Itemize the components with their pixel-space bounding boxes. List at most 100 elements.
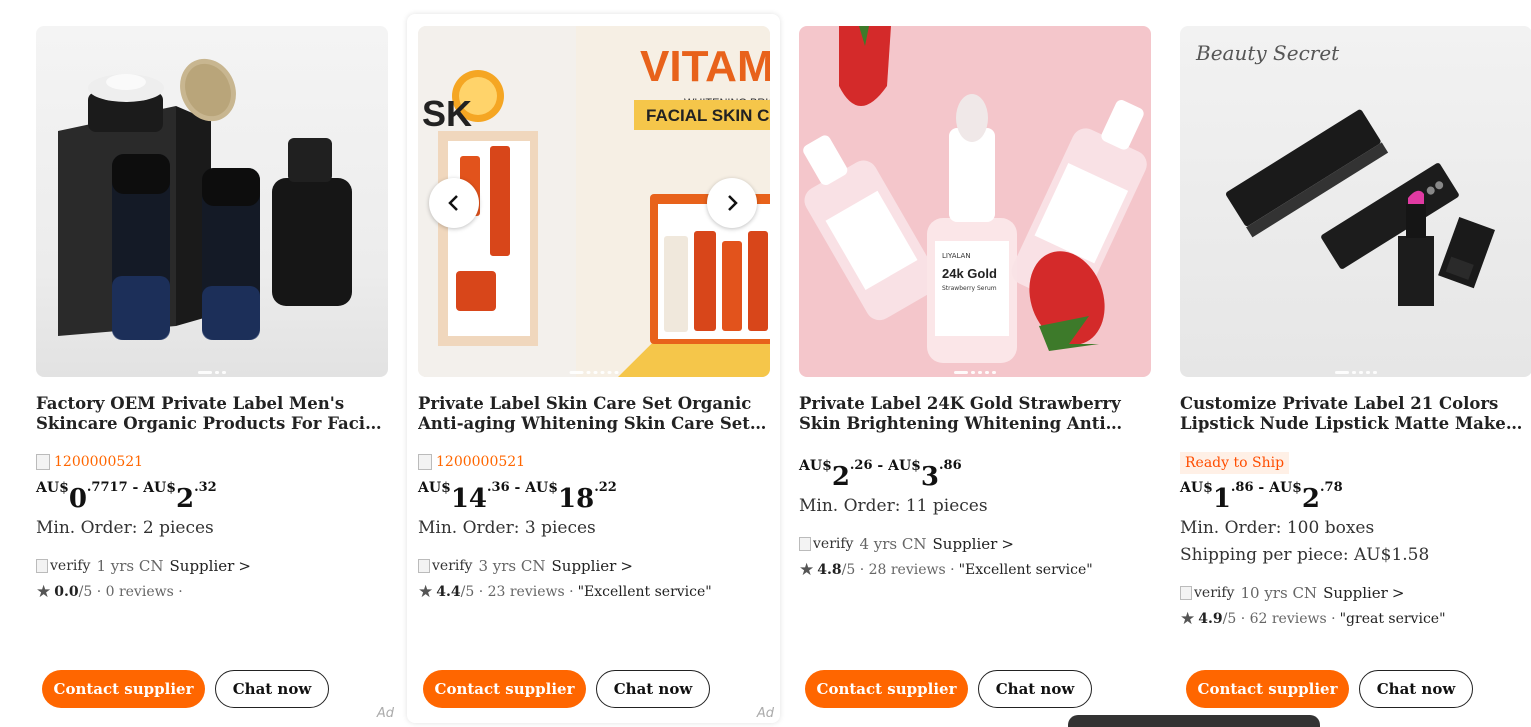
broken-image-icon bbox=[36, 454, 50, 470]
carousel-dots bbox=[569, 371, 619, 374]
min-order: Min. Order: 11 pieces bbox=[799, 496, 988, 516]
star-icon: ★ bbox=[799, 560, 815, 580]
price-int: 2 bbox=[1301, 484, 1320, 514]
separator: · bbox=[950, 562, 955, 578]
rating-score: 4.4 bbox=[436, 584, 461, 600]
separator: · bbox=[569, 584, 574, 600]
chevron-right-icon: > bbox=[238, 557, 251, 575]
rating-outof: /5 bbox=[841, 562, 856, 578]
price-dec: .86 bbox=[1230, 480, 1254, 495]
supplier-link[interactable]: Supplier bbox=[170, 557, 235, 575]
mens-skincare-product-icon bbox=[58, 58, 352, 340]
contact-supplier-button[interactable]: Contact supplier bbox=[42, 670, 205, 708]
separator: · bbox=[96, 584, 102, 600]
image-text: SK bbox=[422, 93, 472, 134]
supplier-info[interactable]: verify 4 yrs CN Supplier > bbox=[799, 534, 1151, 554]
image-text: LIYALAN bbox=[942, 252, 971, 260]
image-text: FACIAL SKIN CA bbox=[646, 106, 770, 125]
badge-image: 1200000521 bbox=[418, 452, 770, 472]
product-title[interactable]: Private Label Skin Care Set Organic Anti… bbox=[418, 394, 770, 434]
supplier-link[interactable]: Supplier bbox=[1323, 584, 1388, 602]
chevron-right-icon: > bbox=[620, 557, 633, 575]
product-card[interactable]: SK VITAM WHITENING BRIG FACIAL SKIN CA P… bbox=[407, 14, 780, 723]
price-dec: .22 bbox=[594, 480, 617, 495]
chat-now-button[interactable]: Chat now bbox=[596, 670, 710, 708]
contact-supplier-button[interactable]: Contact supplier bbox=[423, 670, 586, 708]
verify-image: verify bbox=[799, 536, 853, 552]
price-int: 14 bbox=[450, 484, 487, 514]
chevron-right-icon: > bbox=[1391, 584, 1405, 602]
image-text: Strawberry Serum bbox=[942, 285, 997, 292]
contact-supplier-button[interactable]: Contact supplier bbox=[805, 670, 968, 708]
chat-now-button[interactable]: Chat now bbox=[1359, 670, 1473, 708]
price-dec: .26 bbox=[849, 458, 873, 473]
supplier-years: 4 yrs bbox=[859, 535, 898, 553]
floating-bottom-bar[interactable] bbox=[1068, 715, 1320, 727]
chat-now-button[interactable]: Chat now bbox=[215, 670, 329, 708]
supplier-country: CN bbox=[520, 557, 546, 575]
price-sep: - bbox=[1253, 480, 1270, 496]
min-order: Min. Order: 2 pieces bbox=[36, 518, 214, 538]
product-title[interactable]: Factory OEM Private Label Men's Skincare… bbox=[36, 394, 388, 434]
supplier-country: CN bbox=[1292, 584, 1318, 602]
review-count: 28 reviews bbox=[868, 562, 946, 578]
supplier-link[interactable]: Supplier bbox=[933, 535, 998, 553]
image-text: VITAM bbox=[640, 42, 770, 91]
verify-alt: verify bbox=[813, 536, 854, 552]
price-int: 0 bbox=[68, 484, 87, 514]
product-image[interactable]: Beauty Secret bbox=[1180, 26, 1531, 377]
review-count: 23 reviews bbox=[487, 584, 565, 600]
contact-supplier-button[interactable]: Contact supplier bbox=[1186, 670, 1349, 708]
currency: AU$ bbox=[418, 480, 451, 496]
product-image[interactable]: SK VITAM WHITENING BRIG FACIAL SKIN CA bbox=[418, 26, 770, 377]
verify-alt: verify bbox=[432, 558, 473, 574]
currency: AU$ bbox=[1269, 480, 1302, 496]
verify-alt: verify bbox=[50, 558, 91, 574]
carousel-prev-button[interactable] bbox=[429, 178, 479, 228]
product-card[interactable]: Factory OEM Private Label Men's Skincare… bbox=[36, 26, 394, 723]
rating-outof: /5 bbox=[460, 584, 475, 600]
rating-score: 4.8 bbox=[817, 562, 842, 578]
price-int: 18 bbox=[558, 484, 595, 514]
rating-score: 0.0 bbox=[54, 584, 79, 600]
chevron-right-icon bbox=[728, 195, 738, 211]
supplier-years: 10 yrs bbox=[1240, 584, 1288, 602]
price-int: 2 bbox=[176, 484, 195, 514]
separator: · bbox=[1331, 611, 1336, 627]
carousel-next-button[interactable] bbox=[707, 178, 757, 228]
price-dec: .86 bbox=[939, 458, 962, 473]
price-range: AU$ 1.86 - AU$ 2.78 bbox=[1180, 478, 1531, 512]
price-dec: .32 bbox=[194, 480, 217, 495]
separator: · bbox=[478, 584, 484, 600]
badge-image: 1200000521 bbox=[36, 452, 388, 472]
review-quote: "great service" bbox=[1339, 611, 1446, 627]
reviews: ★ 4.9/5 · 62 reviews · "great service" bbox=[1180, 609, 1531, 629]
chevron-right-icon: > bbox=[1001, 535, 1014, 553]
supplier-info[interactable]: verify 10 yrs CN Supplier > bbox=[1180, 583, 1531, 603]
min-order: Min. Order: 100 boxes bbox=[1180, 518, 1375, 538]
separator: · bbox=[859, 562, 865, 578]
product-title[interactable]: Customize Private Label 21 Colors Lipsti… bbox=[1180, 394, 1531, 434]
min-order: Min. Order: 3 pieces bbox=[418, 518, 596, 538]
reviews: ★ 0.0/5 · 0 reviews · bbox=[36, 582, 388, 602]
verify-image: verify bbox=[1180, 585, 1234, 601]
product-card[interactable]: Beauty Secret Customize Private Label 21… bbox=[1180, 26, 1531, 723]
currency: AU$ bbox=[525, 480, 558, 496]
product-title[interactable]: Private Label 24K Gold Strawberry Skin B… bbox=[799, 394, 1151, 434]
supplier-link[interactable]: Supplier bbox=[552, 557, 617, 575]
ad-label: Ad bbox=[376, 706, 394, 721]
gold-strawberry-serum-product-icon: LIYALAN 24k Gold Strawberry Serum bbox=[803, 26, 1147, 363]
broken-image-icon bbox=[418, 454, 432, 470]
supplier-info[interactable]: verify 3 yrs CN Supplier > bbox=[418, 556, 770, 576]
price-int: 3 bbox=[920, 462, 939, 492]
chat-now-button[interactable]: Chat now bbox=[978, 670, 1092, 708]
supplier-info[interactable]: verify 1 yrs CN Supplier > bbox=[36, 556, 388, 576]
product-image[interactable] bbox=[36, 26, 388, 377]
price-sep: - bbox=[127, 480, 144, 496]
rating-outof: /5 bbox=[78, 584, 93, 600]
price-range: AU$ 2.26 - AU$ 3.86 bbox=[799, 456, 1151, 490]
product-card[interactable]: LIYALAN 24k Gold Strawberry Serum Privat… bbox=[799, 26, 1151, 723]
product-image[interactable]: LIYALAN 24k Gold Strawberry Serum bbox=[799, 26, 1151, 377]
currency: AU$ bbox=[799, 458, 832, 474]
star-icon: ★ bbox=[36, 582, 52, 602]
